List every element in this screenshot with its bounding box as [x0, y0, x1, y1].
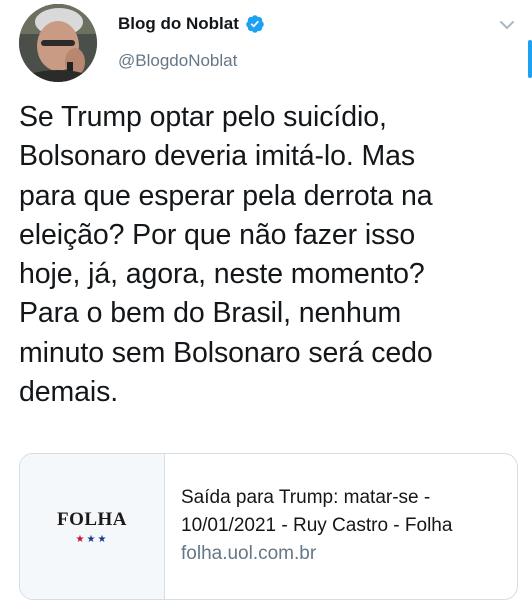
card-thumbnail: FOLHA ★★★	[20, 454, 165, 599]
folha-stars: ★★★	[76, 534, 109, 545]
folha-logo: FOLHA	[56, 508, 128, 530]
author-avatar[interactable]	[19, 4, 97, 82]
author-name-row: Blog do Noblat	[118, 14, 265, 34]
card-title: Saída para Trump: matar-se - 10/01/2021 …	[181, 487, 453, 536]
author-display-name[interactable]: Blog do Noblat	[118, 14, 239, 34]
folha-star-blue: ★★	[86, 533, 109, 545]
author-handle[interactable]: @BlogdoNoblat	[118, 51, 237, 71]
link-preview-card[interactable]: FOLHA ★★★ Saída para Trump: matar-se - 1…	[19, 453, 518, 600]
card-body: Saída para Trump: matar-se - 10/01/2021 …	[165, 454, 517, 599]
tweet-text: Se Trump optar pelo suicídio, Bolsonaro …	[19, 101, 433, 409]
scrollbar[interactable]	[528, 40, 532, 78]
chevron-down-icon[interactable]	[496, 14, 518, 36]
verified-badge-icon	[245, 14, 265, 34]
avatar-photo	[19, 4, 97, 82]
card-domain: folha.uol.com.br	[181, 543, 317, 564]
folha-star-red: ★	[75, 533, 87, 545]
